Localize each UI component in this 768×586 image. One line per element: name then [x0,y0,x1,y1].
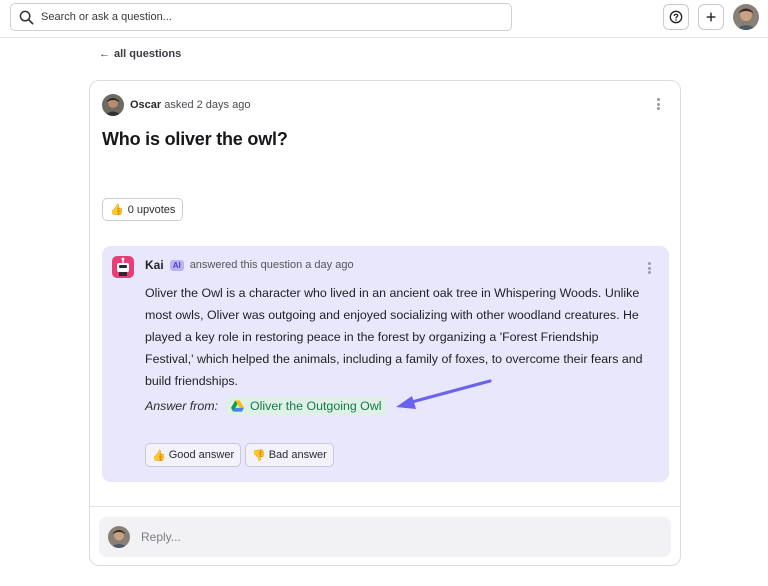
source-document-link[interactable]: Oliver the Outgoing Owl [225,397,387,415]
back-to-all-questions-link[interactable]: ← all questions [99,48,181,60]
upvote-button[interactable]: 👍 0 upvotes [102,198,184,221]
answered-time: answered this question a day ago [189,259,354,271]
back-link-label: all questions [114,48,182,60]
search-bar[interactable] [10,3,512,31]
asker-avatar[interactable] [102,94,124,116]
question-title: Who is oliver the owl? [102,129,288,149]
answer-meta: Kai AI answered this question a day ago [145,258,354,272]
answer-source: Answer from: Oliver the Outgoing Owl [145,397,387,415]
asked-time: asked 2 days ago [164,99,251,111]
question-circle-icon [669,10,683,24]
top-bar [0,0,768,38]
answer-more-options-icon[interactable] [644,260,654,276]
answer-text: Oliver the Owl is a character who lived … [145,286,643,388]
question-more-options-icon[interactable] [653,96,663,112]
divider [90,506,680,507]
add-button[interactable] [698,4,724,30]
good-answer-button[interactable]: 👍 Good answer [145,443,242,467]
pointer-arrow-icon [396,379,492,409]
thumbs-up-icon: 👍 [152,449,166,462]
google-drive-icon [230,400,244,412]
reply-input[interactable] [141,530,641,544]
user-avatar[interactable] [733,4,759,30]
answer-from-label: Answer from: [145,399,218,413]
source-title: Oliver the Outgoing Owl [249,399,382,413]
upvote-count: 0 upvotes [127,203,176,216]
good-answer-label: Good answer [168,449,235,461]
asker-name[interactable]: Oscar [130,99,161,111]
thumbs-down-icon: 👎 [252,449,266,462]
bad-answer-button[interactable]: 👎 Bad answer [245,443,334,467]
bad-answer-label: Bad answer [268,449,327,461]
search-input[interactable] [41,11,481,23]
answer-block: Kai AI answered this question a day ago … [102,246,669,482]
help-button[interactable] [663,4,689,30]
answer-author[interactable]: Kai [145,258,164,272]
question-card: Oscar asked 2 days ago Who is oliver the… [89,80,681,566]
reply-user-avatar [108,526,130,548]
search-icon [19,10,34,24]
plus-icon [706,12,716,22]
ai-badge: AI [169,259,184,271]
thumbs-up-icon: 👍 [110,204,124,216]
ai-robot-avatar-icon [112,256,134,278]
arrow-left-icon: ← [99,48,110,60]
reply-box[interactable] [99,517,671,557]
question-meta: Oscar asked 2 days ago [102,94,250,116]
